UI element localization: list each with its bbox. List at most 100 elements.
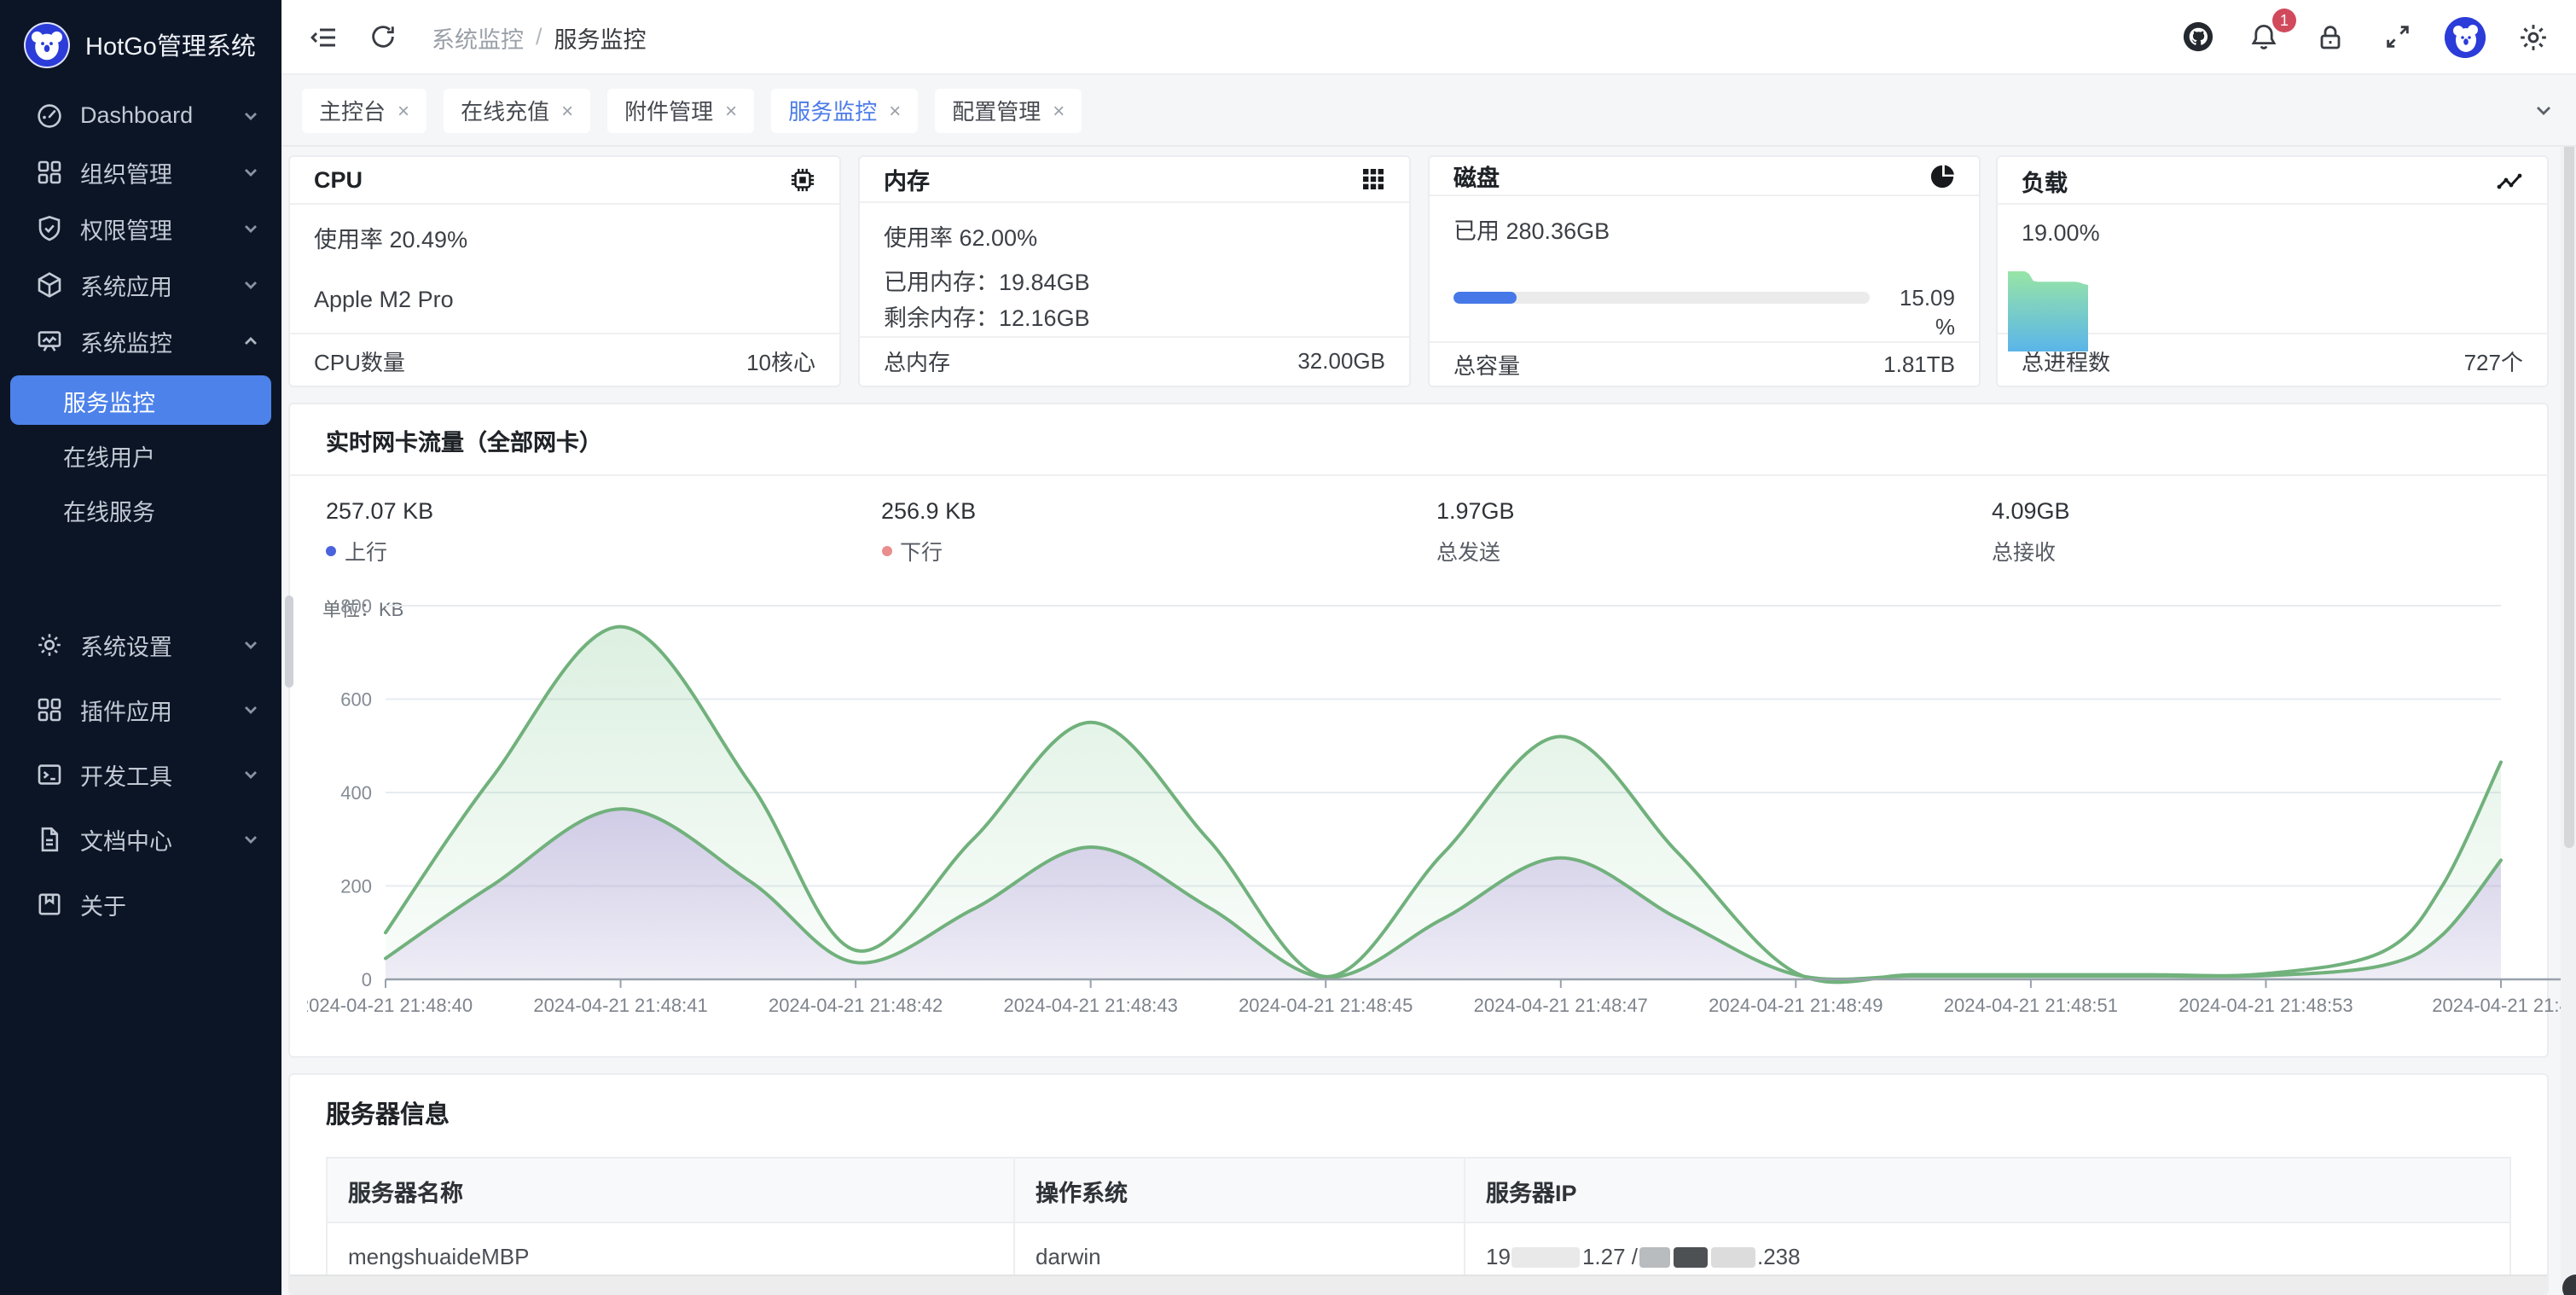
memory-card-title: 内存 — [884, 162, 930, 196]
stat-total-received: 4.09GB 总接收 — [1992, 498, 2547, 566]
close-icon[interactable]: × — [397, 98, 409, 122]
disk-percent: 15.09 % — [1883, 284, 1955, 342]
sidebar-subitem-online-users[interactable]: 在线用户 — [0, 428, 281, 483]
tab-label: 在线充值 — [461, 94, 549, 126]
tab-service-monitor[interactable]: 服务监控 × — [771, 88, 918, 132]
notifications[interactable]: 1 — [2245, 18, 2283, 55]
cpu-footer-value: 10核心 — [746, 344, 815, 376]
sidebar-item-label: 文档中心 — [80, 822, 172, 857]
disk-card: 磁盘 已用 280.36GB 15.09 % 总容量 1.81TB — [1428, 155, 1981, 387]
cpu-chip-icon — [790, 167, 815, 193]
grid-icon — [36, 696, 63, 723]
svg-text:0: 0 — [362, 969, 372, 990]
ip-mid: 1.27 / — [1582, 1244, 1638, 1269]
tab-label: 配置管理 — [952, 94, 1041, 126]
document-icon — [36, 826, 63, 853]
sidebar-subitem-online-services[interactable]: 在线服务 — [0, 483, 281, 537]
sidebar-nav: Dashboard 组织管理 权限管理 系统应用 系统监控 — [0, 87, 281, 937]
svg-text:2024-04-21 21:48:49: 2024-04-21 21:48:49 — [1709, 995, 1883, 1016]
app-root: HotGo管理系统 Dashboard 组织管理 权限管理 系统应用 — [0, 0, 2576, 1295]
disk-progress-track — [1453, 293, 1870, 305]
server-info-panel: 服务器信息 服务器名称 操作系统 服务器IP mengshuaideMBP da… — [288, 1073, 2549, 1295]
sidebar-item-label: 系统应用 — [80, 267, 172, 301]
settings-gear-icon[interactable] — [2515, 18, 2552, 55]
disk-progress-fill — [1453, 293, 1517, 305]
load-percent: 19.00% — [2022, 220, 2523, 246]
table-footer-band — [290, 1275, 2547, 1293]
stat-value: 4.09GB — [1992, 498, 2547, 524]
svg-text:2024-04-21 21:48:40: 2024-04-21 21:48:40 — [307, 995, 473, 1016]
breadcrumb-separator: / — [536, 24, 542, 49]
sidebar-subitem-label: 在线用户 — [63, 438, 155, 473]
chevron-down-icon — [242, 163, 259, 180]
github-icon[interactable] — [2179, 18, 2216, 55]
stat-label: 上行 — [345, 534, 387, 566]
sidebar-item-settings[interactable]: 系统设置 — [0, 613, 281, 677]
server-table: 服务器名称 操作系统 服务器IP mengshuaideMBP darwin 1… — [326, 1157, 2511, 1290]
ip-suffix: .238 — [1757, 1244, 1801, 1269]
column-header-name: 服务器名称 — [328, 1159, 1015, 1222]
fullscreen-icon[interactable] — [2378, 18, 2416, 55]
disk-progress-row: 15.09 % — [1453, 284, 1955, 342]
avatar[interactable] — [2445, 16, 2486, 57]
scrollbar-thumb[interactable] — [2563, 140, 2573, 848]
close-icon[interactable]: × — [561, 98, 573, 122]
chevron-up-icon — [242, 332, 259, 349]
sidebar-item-label: 系统设置 — [80, 628, 172, 662]
sidebar-item-system-monitor[interactable]: 系统监控 — [0, 312, 281, 369]
load-card-title: 负载 — [2022, 163, 2068, 197]
svg-text:2024-04-21 21:48:47: 2024-04-21 21:48:47 — [1474, 995, 1648, 1016]
sidebar-item-plugins[interactable]: 插件应用 — [0, 677, 281, 742]
sidebar-item-about[interactable]: 关于 — [0, 872, 281, 937]
sidebar-item-label: Dashboard — [80, 102, 193, 128]
sidebar-subitem-label: 服务监控 — [63, 383, 155, 417]
lock-icon[interactable] — [2312, 18, 2349, 55]
sidebar-subitem-label: 在线服务 — [63, 493, 155, 527]
svg-text:200: 200 — [340, 876, 372, 897]
network-panel-title: 实时网卡流量（全部网卡） — [290, 404, 2547, 476]
tab-online-recharge[interactable]: 在线充值 × — [444, 88, 590, 132]
ip-redaction-block — [1639, 1246, 1670, 1267]
sidebar-collapse-icon[interactable] — [305, 18, 343, 55]
stat-label: 总发送 — [1436, 534, 1500, 566]
column-header-ip: 服务器IP — [1465, 1159, 2509, 1222]
trend-line-icon — [2496, 166, 2523, 194]
close-icon[interactable]: × — [1053, 98, 1065, 122]
tab-config[interactable]: 配置管理 × — [935, 88, 1082, 132]
tab-label: 服务监控 — [788, 94, 877, 126]
content-scrollbar-thumb[interactable] — [285, 595, 293, 688]
svg-text:800: 800 — [340, 597, 372, 617]
stat-label: 下行 — [900, 534, 943, 566]
sidebar-item-dashboard[interactable]: Dashboard — [0, 87, 281, 143]
chevron-down-icon — [242, 831, 259, 848]
chevron-down-icon — [242, 107, 259, 124]
sidebar-item-org[interactable]: 组织管理 — [0, 143, 281, 200]
close-icon[interactable]: × — [889, 98, 901, 122]
breadcrumb-parent[interactable]: 系统监控 — [432, 20, 524, 54]
sidebar-item-system-apps[interactable]: 系统应用 — [0, 256, 281, 312]
sidebar-item-permissions[interactable]: 权限管理 — [0, 200, 281, 256]
app-title: HotGo管理系统 — [85, 27, 256, 63]
refresh-icon[interactable] — [363, 18, 401, 55]
monitor-chart-icon — [36, 327, 63, 354]
sidebar-subitem-service-monitor[interactable]: 服务监控 — [10, 375, 271, 425]
chevron-down-icon — [242, 701, 259, 718]
tab-attachments[interactable]: 附件管理 × — [607, 88, 754, 132]
header-actions: 1 — [2179, 16, 2552, 57]
cube-icon — [36, 270, 63, 298]
sidebar-group-2: 系统设置 插件应用 开发工具 文档中心 — [0, 613, 281, 937]
close-icon[interactable]: × — [725, 98, 737, 122]
sidebar: HotGo管理系统 Dashboard 组织管理 权限管理 系统应用 — [0, 0, 281, 1295]
ip-redaction-block — [1674, 1246, 1708, 1267]
sidebar-item-docs[interactable]: 文档中心 — [0, 807, 281, 872]
app-logo[interactable]: HotGo管理系统 — [0, 0, 281, 75]
chevron-down-icon — [242, 766, 259, 783]
memory-used: 已用内存：19.84GB — [884, 267, 1385, 299]
stat-value: 1.97GB — [1436, 498, 1992, 524]
tab-console[interactable]: 主控台 × — [302, 88, 426, 132]
pie-chart-icon — [1929, 163, 1955, 189]
tab-list-chevron-icon[interactable] — [2532, 98, 2556, 122]
column-header-os: 操作系统 — [1015, 1159, 1465, 1222]
stat-downstream: 256.9 KB 下行 — [881, 498, 1436, 566]
sidebar-item-devtools[interactable]: 开发工具 — [0, 742, 281, 807]
